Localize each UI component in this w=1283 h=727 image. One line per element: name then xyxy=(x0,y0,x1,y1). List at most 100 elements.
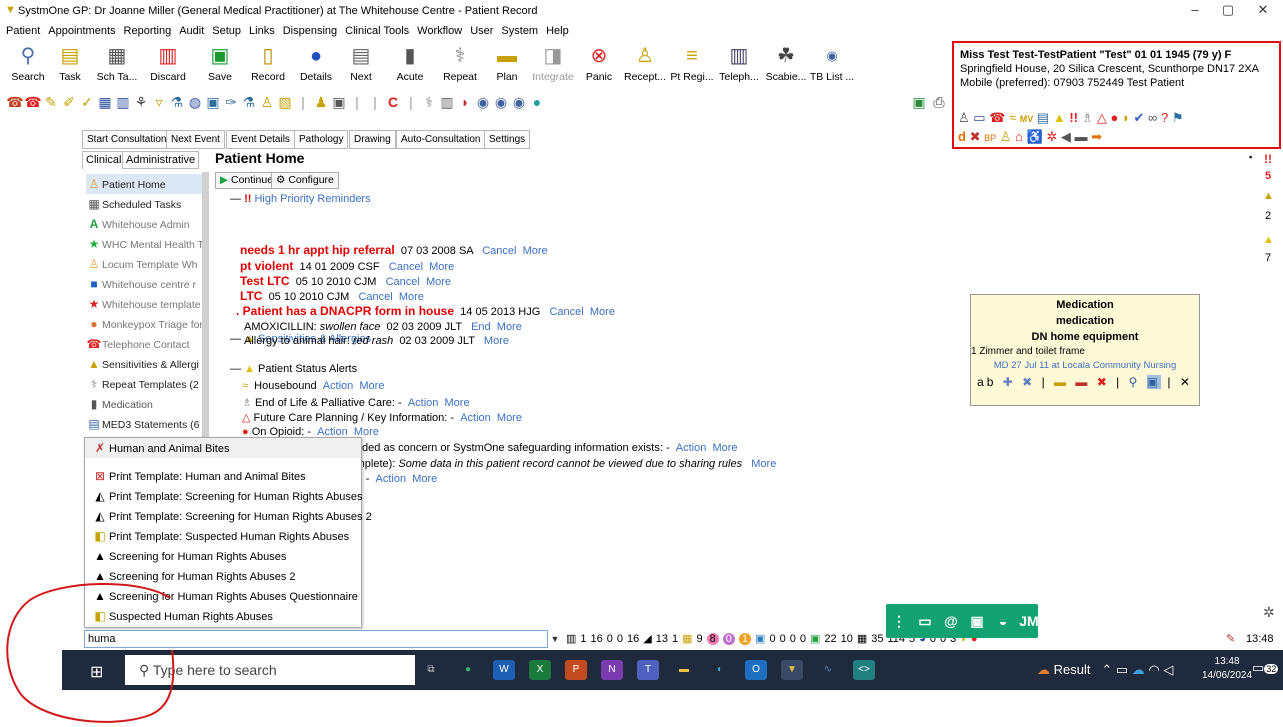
question-icon[interactable]: ? xyxy=(1161,110,1168,125)
patient-demographics-box[interactable]: Miss Test Test-TestPatient "Test" 01 01 … xyxy=(952,41,1281,149)
mention-icon[interactable]: @ xyxy=(938,604,964,638)
user-group-icon[interactable]: ♙ xyxy=(958,110,970,125)
remote-icon[interactable]: <> xyxy=(853,660,875,680)
discard-button[interactable]: ▥ Discard xyxy=(142,42,194,84)
excel-icon[interactable]: X xyxy=(529,660,551,680)
menu-system[interactable]: System xyxy=(501,22,538,40)
patient-registration-button[interactable]: ≡ Pt Regi... xyxy=(666,42,718,84)
action-link[interactable]: Action xyxy=(460,412,491,424)
volume-icon[interactable]: ◁ xyxy=(1163,662,1173,677)
tray-chevron-icon[interactable]: ⌃ xyxy=(1101,662,1112,677)
task-view-icon[interactable]: ⧉ xyxy=(420,660,442,680)
housebound-icon[interactable]: ≈ xyxy=(1009,110,1016,125)
report-icon[interactable]: ▦ xyxy=(857,633,867,645)
suggestion-item[interactable]: ◭ Print Template: Screening for Human Rig… xyxy=(91,486,362,506)
clipboard-icon[interactable]: ▣ xyxy=(330,94,348,111)
action-link[interactable]: Action xyxy=(376,473,407,485)
suggestion-item[interactable]: ◭ Print Template: Screening for Human Rig… xyxy=(91,506,371,526)
continue-button[interactable]: ▶ Continue xyxy=(215,172,279,189)
lab-icon[interactable]: ⚗ xyxy=(240,94,258,111)
notifications-icon[interactable]: ▭ 32 xyxy=(1252,660,1279,676)
graph-icon[interactable]: ▦ xyxy=(96,94,114,111)
more-link[interactable]: More xyxy=(412,473,437,485)
document-icon[interactable]: ◢ xyxy=(643,633,651,645)
left-item-whitehouse-centre[interactable]: ■ Whitehouse centre r xyxy=(86,274,202,294)
telephone-button[interactable]: ▥ Teleph... xyxy=(713,42,765,84)
tab-event-details[interactable]: Event Details xyxy=(226,130,295,149)
action-link[interactable]: Action xyxy=(408,397,439,409)
d-icon[interactable]: d xyxy=(958,129,966,144)
task-button[interactable]: ▤ Task xyxy=(44,42,96,84)
scabies-button[interactable]: ☘ Scabie... xyxy=(760,42,812,84)
wifi-icon[interactable]: ◠ xyxy=(1148,662,1159,677)
more-link[interactable]: More xyxy=(484,335,509,347)
scheduled-task-button[interactable]: ▦ Sch Ta... xyxy=(91,42,143,84)
edit-text-icon[interactable]: ab xyxy=(977,375,996,389)
contact-card-icon[interactable]: ▣ xyxy=(964,604,990,638)
maximize-button[interactable]: ▢ xyxy=(1213,2,1243,20)
cancel-link[interactable]: Cancel xyxy=(549,306,583,318)
caduceus-icon[interactable]: ⚕ xyxy=(420,94,438,111)
calendar-icon[interactable]: ▣ xyxy=(204,94,222,111)
printer-icon[interactable]: ⎙ xyxy=(930,94,948,111)
flag-icon[interactable]: ⚑ xyxy=(1172,110,1184,125)
tb-list-button[interactable]: ◉ TB List ... xyxy=(806,42,858,84)
outlook-icon[interactable]: O xyxy=(745,660,767,680)
books-icon[interactable]: ▥ xyxy=(438,94,456,111)
more-link[interactable]: More xyxy=(359,380,384,392)
green-icon[interactable]: ▣ xyxy=(810,633,820,645)
inbox-icon[interactable]: ▦ xyxy=(682,633,692,645)
file-explorer-icon[interactable]: ▬ xyxy=(673,660,695,680)
settings-gear-icon[interactable]: ✲ xyxy=(1263,604,1275,621)
tab-auto-consultation[interactable]: Auto-Consultation xyxy=(396,130,486,149)
left-item-whitehouse-admin[interactable]: A Whitehouse Admin xyxy=(86,214,202,234)
capsule-icon[interactable]: ◗ xyxy=(456,94,474,110)
cancel-link[interactable]: Cancel xyxy=(358,291,392,303)
pin-icon[interactable]: ▣ xyxy=(1146,375,1162,389)
onenote-icon[interactable]: N xyxy=(601,660,623,680)
save-button[interactable]: ▣ Save xyxy=(194,42,246,84)
left-item-monkeypox-triage[interactable]: ● Monkeypox Triage for xyxy=(86,314,202,334)
menu-dispensing[interactable]: Dispensing xyxy=(283,22,337,40)
suggestion-item[interactable]: ▲ Screening for Human Rights Abuses xyxy=(91,546,286,566)
word-icon[interactable]: W xyxy=(493,660,515,680)
form-icon[interactable]: ▤ xyxy=(1037,110,1049,125)
tasks-icon[interactable]: ▣ xyxy=(755,633,765,645)
url-icon-2[interactable]: ◉ xyxy=(492,94,510,111)
remove-icon[interactable]: ✖ xyxy=(1022,375,1035,389)
menu-appointments[interactable]: Appointments xyxy=(48,22,115,40)
medication-panel[interactable]: Medication medication DN home equipment … xyxy=(970,294,1200,406)
warning-icon[interactable]: ▲ xyxy=(1053,110,1066,125)
menu-audit[interactable]: Audit xyxy=(179,22,204,40)
vehicle-icon[interactable]: ▬ xyxy=(1074,129,1087,144)
move-icon[interactable]: ▬ xyxy=(1054,375,1069,389)
url-icon[interactable]: ◉ xyxy=(474,94,492,111)
binoculars-icon[interactable]: ∞ xyxy=(1148,110,1157,125)
repeat-button[interactable]: ⚕ Repeat xyxy=(434,42,486,84)
bp-icon[interactable]: BP xyxy=(984,133,996,143)
more-vertical-icon[interactable]: ⋮ xyxy=(886,604,912,638)
next-button[interactable]: ▤ Next xyxy=(335,42,387,84)
systmone-taskbar-icon[interactable]: ▼ xyxy=(781,660,803,680)
phone-alert-icon[interactable]: ☎ xyxy=(989,110,1005,125)
branch-icon[interactable]: ⚘ xyxy=(132,94,150,111)
suggestion-item[interactable]: ⊠ Print Template: Human and Animal Bites xyxy=(91,466,306,486)
menu-user[interactable]: User xyxy=(470,22,493,40)
left-item-sensitivities[interactable]: ▲ Sensitivities & Allergi xyxy=(86,354,202,374)
warning-icon[interactable]: ▲ xyxy=(1263,234,1274,246)
syringe-icon[interactable]: ✑ xyxy=(222,94,240,111)
chevron-down-icon[interactable]: ▼ xyxy=(548,630,562,648)
action-link[interactable]: Action xyxy=(323,380,354,392)
left-item-scheduled-tasks[interactable]: ▦ Scheduled Tasks xyxy=(86,194,202,214)
menu-reporting[interactable]: Reporting xyxy=(124,22,172,40)
more-link[interactable]: More xyxy=(399,291,424,303)
tick-icon[interactable]: ✔ xyxy=(1134,110,1145,125)
reminders-header[interactable]: — !! High Priority Reminders xyxy=(230,193,371,205)
more-link[interactable]: More xyxy=(429,261,454,273)
left-item-repeat-templates[interactable]: ⚕ Repeat Templates (2 xyxy=(86,374,202,394)
suggestion-item[interactable]: ✗ Human and Animal Bites xyxy=(85,438,361,458)
collapse-icon[interactable]: — xyxy=(230,193,241,205)
configure-button[interactable]: ⚙ Configure xyxy=(271,172,339,189)
record-button[interactable]: ▯ Record xyxy=(242,42,294,84)
person-icon[interactable]: ♙ xyxy=(258,94,276,111)
